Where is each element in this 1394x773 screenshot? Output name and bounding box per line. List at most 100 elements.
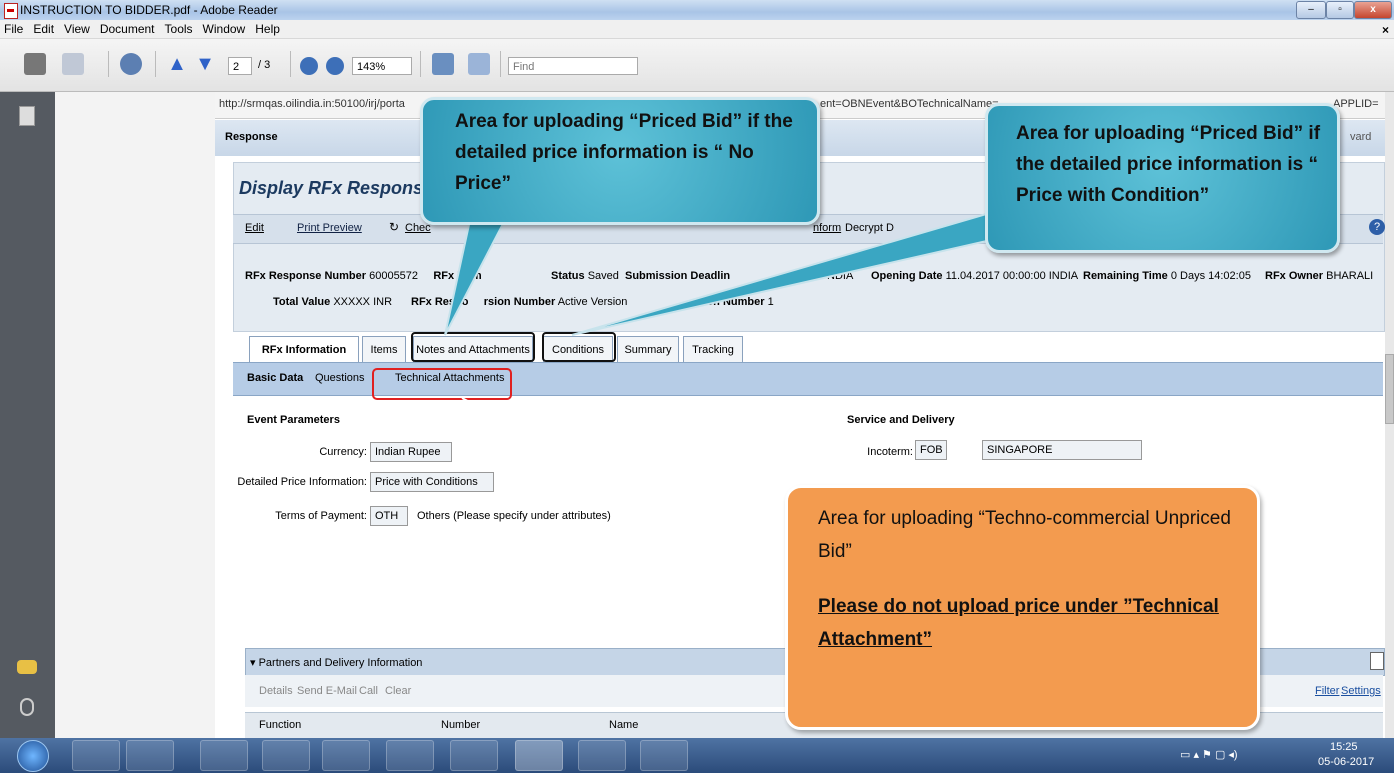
india-frag: NDIA [827,270,854,282]
document-close-icon[interactable]: × [1382,21,1389,39]
maximize-button[interactable]: ▫ [1326,1,1354,19]
rfx-owner-field: RFx Owner BHARALI [1265,270,1374,282]
close-button[interactable]: x [1354,1,1392,19]
find-input[interactable]: Find [508,57,638,75]
sticky-notes-icon[interactable] [386,740,434,771]
details-button[interactable]: Details [259,685,293,697]
page-icon[interactable] [1370,652,1384,670]
notes-highlight-box [411,332,535,362]
version-number-field: rsion Number 1 [693,296,774,308]
tab-rfx-information[interactable]: RFx Information [249,336,359,362]
pages-icon[interactable] [19,106,35,126]
comments-icon[interactable] [17,660,37,674]
decrypt-button[interactable]: Decrypt D [845,222,894,234]
menu-bar: File Edit View Document Tools Window Help × [0,20,1394,39]
column-number: Number [441,719,481,731]
column-name: Name [609,719,639,731]
paint-icon[interactable] [640,740,688,771]
previous-page-icon[interactable]: ▲ [166,53,188,75]
tray-icons[interactable]: ▭ ▴ ⚑ ▢ ◂) [1180,748,1238,761]
subtab-basic-data[interactable]: Basic Data [247,372,303,384]
payment-text: Others (Please specify under attributes) [417,510,611,522]
help-icon[interactable]: ? [1369,219,1385,235]
chrome-icon[interactable] [262,740,310,771]
subtab-questions[interactable]: Questions [315,372,365,384]
window-title: INSTRUCTION TO BIDDER.pdf - Adobe Reader [20,3,278,17]
tab-summary[interactable]: Summary [617,336,679,362]
firefox-icon[interactable] [322,740,370,771]
zoom-select[interactable]: 143% [352,57,412,75]
page-total: / 3 [258,59,271,71]
media-player-icon[interactable] [200,740,248,771]
next-page-icon[interactable]: ▼ [194,53,216,75]
payment-label: Terms of Payment: [275,510,367,522]
total-value-field: Total Value XXXXX INR [273,296,393,308]
minimize-button[interactable]: – [1296,1,1326,19]
window-title-bar: INSTRUCTION TO BIDDER.pdf - Adobe Reader… [0,0,1394,20]
vertical-scrollbar[interactable] [1385,92,1394,738]
header-row-1: RFx Response Number 60005572 RFx Num [245,270,482,282]
callout-techno-commercial: Area for uploading “Techno-commercial Un… [785,485,1260,730]
menu-document[interactable]: Document [100,20,155,38]
ie-icon[interactable] [72,740,120,771]
filter-link[interactable]: Filter [1315,685,1339,697]
clear-button[interactable]: Clear [385,685,411,697]
incoterm-place-field[interactable]: SINGAPORE [982,440,1142,460]
payment-code-field[interactable]: OTH [370,506,408,526]
version-field: RFx Respo rsion Number Active Version [411,296,628,308]
partners-title: ▾ Partners and Delivery Information [250,657,423,669]
adobe-reader-icon[interactable] [515,740,563,771]
attachment-icon[interactable] [20,698,34,716]
fit-width-icon[interactable] [468,53,490,75]
check-button[interactable]: Chec [405,222,431,234]
edit-button[interactable]: Edit [245,222,264,234]
call-button[interactable]: Call [359,685,378,697]
incoterm-code-field[interactable]: FOB [915,440,947,460]
column-function: Function [259,719,302,731]
tab-items[interactable]: Items [362,336,406,362]
url-text-mid: ent=OBNEvent&BOTechnicalName= [820,98,999,110]
remaining-time-field: Remaining Time 0 Days 14:02:05 [1083,270,1251,282]
page-number-input[interactable]: 2 [228,57,252,75]
incoterm-label: Incoterm: [867,446,913,458]
menu-file[interactable]: File [4,20,23,38]
price-info-field[interactable]: Price with Conditions [370,472,494,492]
callout-price-with-condition: Area for uploading “Priced Bid” if the d… [985,103,1340,253]
snipping-tool-icon[interactable] [578,740,626,771]
print-preview-button[interactable]: Print Preview [297,222,362,234]
conditions-highlight-box [542,332,616,362]
tab-tracking[interactable]: Tracking [683,336,743,362]
menu-tools[interactable]: Tools [165,20,193,38]
service-delivery-title: Service and Delivery [847,414,955,426]
collaborate-icon[interactable] [120,53,142,75]
zoom-out-icon[interactable] [300,57,318,75]
taskbar: ▭ ▴ ⚑ ▢ ◂) 15:25 05-06-2017 [0,738,1394,773]
word-icon[interactable] [450,740,498,771]
menu-view[interactable]: View [64,20,90,38]
submission-label: Submission Deadlin [625,270,731,282]
forward-link[interactable]: vard [1350,131,1371,143]
url-text-right: APPLID= [1333,98,1379,110]
zoom-in-icon[interactable] [326,57,344,75]
print-icon[interactable] [24,53,46,75]
page-title: Display RFx Response: [239,178,440,198]
page-margin [55,92,215,738]
refresh-icon[interactable]: ↻ [389,220,399,234]
explorer-icon[interactable] [126,740,174,771]
currency-field[interactable]: Indian Rupee [370,442,452,462]
callout-techno-text: Area for uploading “Techno-commercial Un… [818,508,1231,562]
technical-attachments-highlight-box [372,368,512,400]
event-parameters-title: Event Parameters [247,414,340,426]
pdf-icon [4,3,18,19]
send-email-button[interactable]: Send E-Mail [297,685,357,697]
settings-link[interactable]: Settings [1341,685,1381,697]
clock-date: 05-06-2017 [1318,756,1375,768]
opening-date-field: Opening Date 11.04.2017 00:00:00 INDIA [871,270,1079,282]
menu-window[interactable]: Window [203,20,246,38]
nform-button[interactable]: nform [813,222,841,234]
menu-help[interactable]: Help [255,20,280,38]
fit-page-icon[interactable] [432,53,454,75]
start-button[interactable] [17,740,49,772]
menu-edit[interactable]: Edit [33,20,54,38]
sign-icon[interactable] [62,53,84,75]
